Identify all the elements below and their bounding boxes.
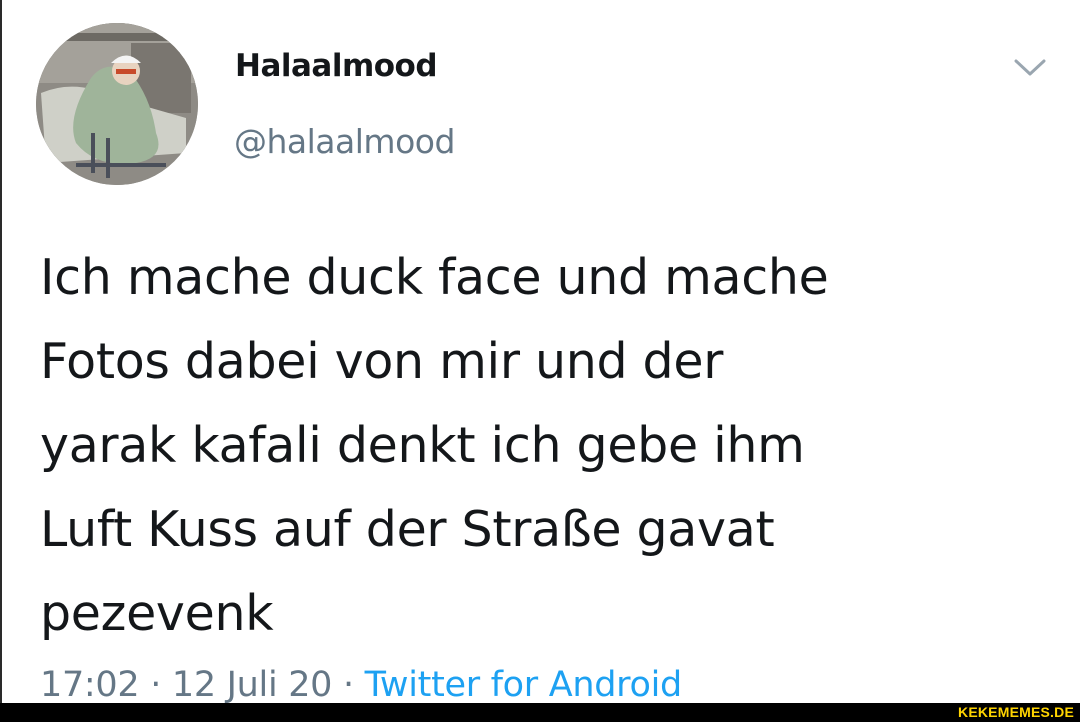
watermark-text: KEKEMEMES.DE — [958, 704, 1074, 720]
tweet-text-line: Luft Kuss auf der Straße gavat — [40, 501, 775, 558]
tweet-text-line: Ich mache duck face und mache — [40, 249, 829, 306]
avatar[interactable] — [36, 23, 198, 185]
tweet-text-line: Fotos dabei von mir und der — [40, 333, 724, 390]
tweet-screenshot: Halaalmood @halaalmood Ich mache duck fa… — [0, 0, 1080, 722]
user-handle[interactable]: @halaalmood — [234, 122, 455, 161]
tweet-text-line: pezevenk — [40, 585, 274, 642]
chevron-down-icon[interactable] — [1012, 56, 1048, 80]
display-name[interactable]: Halaalmood — [235, 48, 438, 84]
tweet-meta: 17:02 · 12 Juli 20 · Twitter for Android — [40, 663, 682, 707]
tweet-date[interactable]: 12 Juli 20 — [172, 665, 333, 705]
avatar-image — [36, 23, 198, 185]
tweet-text: Ich mache duck face und mache Fotos dabe… — [40, 236, 1050, 656]
meta-separator: · — [342, 665, 354, 705]
meta-separator: · — [150, 665, 162, 705]
tweet-source-link[interactable]: Twitter for Android — [365, 665, 683, 705]
tweet-time[interactable]: 17:02 — [40, 665, 140, 705]
tweet-text-line: yarak kafali denkt ich gebe ihm — [40, 417, 805, 474]
left-border — [0, 0, 2, 703]
watermark-bar — [0, 703, 1080, 722]
